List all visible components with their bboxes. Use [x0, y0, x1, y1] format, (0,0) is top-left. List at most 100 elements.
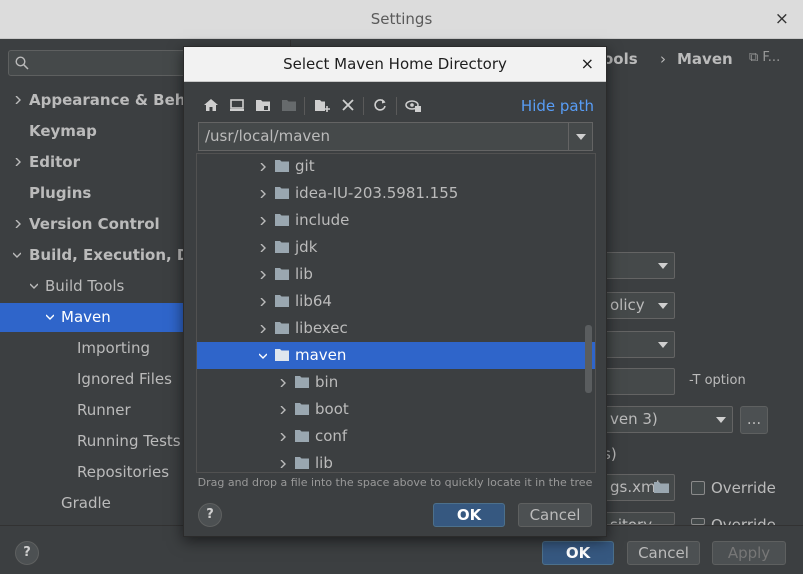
- hide-path-link[interactable]: Hide path: [521, 97, 594, 115]
- dialog-cancel-button[interactable]: Cancel: [518, 503, 592, 527]
- chevron-right-icon: [15, 96, 21, 104]
- tree-folder-row[interactable]: maven: [197, 342, 595, 369]
- desktop-icon[interactable]: [229, 97, 245, 113]
- cancel-button[interactable]: Cancel: [627, 541, 700, 565]
- refresh-icon[interactable]: [372, 97, 388, 113]
- chevron-down-icon: [46, 314, 54, 320]
- tree-folder-label: conf: [315, 427, 348, 445]
- checksum-policy-dropdown[interactable]: olicy: [603, 292, 675, 319]
- sidebar-item-label: Keymap: [29, 122, 97, 140]
- tree-scrollbar[interactable]: [585, 325, 592, 393]
- dialog-help-button[interactable]: ?: [198, 503, 222, 527]
- folder-icon: [275, 295, 289, 307]
- dialog-close-button[interactable]: ×: [581, 54, 594, 73]
- tree-folder-row[interactable]: lib: [197, 450, 595, 472]
- help-button[interactable]: ?: [15, 541, 39, 565]
- local-repository-value: sitory: [610, 516, 653, 525]
- folder-icon: [275, 322, 289, 334]
- maven-home-path-combo[interactable]: ven 3): [603, 406, 733, 433]
- folder-icon: [295, 403, 309, 415]
- chevron-right-icon[interactable]: [279, 433, 287, 441]
- tree-folder-row[interactable]: boot: [197, 396, 595, 423]
- tree-folder-row[interactable]: lib: [197, 261, 595, 288]
- override-repository-checkbox[interactable]: [691, 518, 705, 525]
- window-titlebar: Settings ×: [0, 0, 803, 39]
- maven-option-dropdown-1[interactable]: [603, 252, 675, 279]
- user-settings-file-value: gs.xml: [610, 478, 660, 496]
- sidebar-item-label: Repositories: [77, 463, 170, 481]
- override-settings-label: Override: [711, 479, 776, 497]
- tree-folder-row[interactable]: bin: [197, 369, 595, 396]
- tree-folder-label: jdk: [295, 238, 318, 256]
- folder-icon: [295, 457, 309, 469]
- chevron-right-icon[interactable]: [259, 325, 267, 333]
- path-dropdown-button[interactable]: [568, 123, 592, 150]
- breadcrumb-build-tools[interactable]: ools: [603, 50, 638, 68]
- chevron-right-icon[interactable]: [259, 217, 267, 225]
- user-settings-file-input[interactable]: gs.xml: [603, 474, 675, 501]
- threads-input[interactable]: [603, 368, 675, 395]
- directory-tree[interactable]: git idea-IU-203.5981.155 include jdk lib lib6…: [196, 153, 596, 473]
- search-icon: [15, 56, 29, 70]
- delete-icon[interactable]: [340, 97, 356, 113]
- chevron-right-icon[interactable]: [279, 460, 287, 468]
- chevron-right-icon[interactable]: [259, 163, 267, 171]
- breadcrumb-current: Maven: [677, 50, 733, 68]
- path-value[interactable]: /usr/local/maven: [205, 127, 330, 145]
- module-folder-icon: [282, 100, 296, 111]
- local-repository-input[interactable]: sitory: [603, 512, 675, 525]
- chevron-right-icon[interactable]: [279, 379, 287, 387]
- sidebar-item-label: Maven: [61, 308, 111, 326]
- dialog-ok-button[interactable]: OK: [433, 503, 505, 527]
- new-folder-icon[interactable]: [314, 97, 330, 113]
- show-hidden-files-icon[interactable]: [405, 97, 421, 113]
- override-settings-checkbox[interactable]: [691, 481, 705, 495]
- sidebar-item-label: Importing: [77, 339, 150, 357]
- dropdown-arrow-icon: [576, 134, 586, 140]
- chevron-down-icon[interactable]: [259, 352, 267, 360]
- chevron-right-icon[interactable]: [279, 406, 287, 414]
- window-close-button[interactable]: ×: [775, 9, 789, 29]
- folder-icon[interactable]: [654, 481, 669, 493]
- folder-icon: [275, 241, 289, 253]
- sidebar-item-label: Plugins: [29, 184, 92, 202]
- maven-home-browse-button[interactable]: ...: [740, 406, 768, 434]
- tree-folder-row[interactable]: libexec: [197, 315, 595, 342]
- tree-folder-row[interactable]: include: [197, 207, 595, 234]
- folder-icon: [275, 187, 289, 199]
- tree-folder-label: libexec: [295, 319, 348, 337]
- t-option-label: -T option: [689, 373, 746, 388]
- window-title: Settings: [370, 10, 433, 28]
- path-combobox[interactable]: /usr/local/maven: [198, 122, 593, 151]
- project-folder-icon[interactable]: [255, 97, 271, 113]
- apply-button[interactable]: Apply: [712, 541, 786, 565]
- select-maven-home-dialog: Select Maven Home Directory × Hide path …: [183, 46, 607, 537]
- tree-folder-row[interactable]: conf: [197, 423, 595, 450]
- folder-icon: [275, 160, 289, 172]
- chevron-right-icon[interactable]: [259, 190, 267, 198]
- tree-folder-row[interactable]: idea-IU-203.5981.155: [197, 180, 595, 207]
- breadcrumb-for-current-project: ⧉ F...: [749, 50, 781, 65]
- chevron-down-icon: [30, 283, 38, 289]
- home-icon[interactable]: [203, 97, 219, 113]
- sidebar-item-label: Editor: [29, 153, 80, 171]
- tree-folder-label: lib: [295, 265, 313, 283]
- sidebar-item-label: Runner: [77, 401, 131, 419]
- ok-button[interactable]: OK: [542, 541, 614, 565]
- chevron-right-icon[interactable]: [259, 298, 267, 306]
- tree-folder-row[interactable]: jdk: [197, 234, 595, 261]
- checksum-policy-value: olicy: [610, 296, 645, 314]
- chevron-right-icon[interactable]: [259, 244, 267, 252]
- tree-folder-row[interactable]: lib64: [197, 288, 595, 315]
- tree-folder-label: lib64: [295, 292, 332, 310]
- multiproject-fail-policy-dropdown[interactable]: [603, 331, 675, 358]
- folder-icon: [275, 268, 289, 280]
- tree-folder-label: include: [295, 211, 350, 229]
- tree-folder-label: maven: [295, 346, 347, 364]
- sidebar-item-label: Gradle: [61, 494, 111, 512]
- folder-icon: [275, 214, 289, 226]
- tree-folder-row[interactable]: git: [197, 154, 595, 180]
- tree-folder-label: bin: [315, 373, 339, 391]
- drag-drop-hint: Drag and drop a file into the space abov…: [197, 476, 593, 489]
- chevron-right-icon[interactable]: [259, 271, 267, 279]
